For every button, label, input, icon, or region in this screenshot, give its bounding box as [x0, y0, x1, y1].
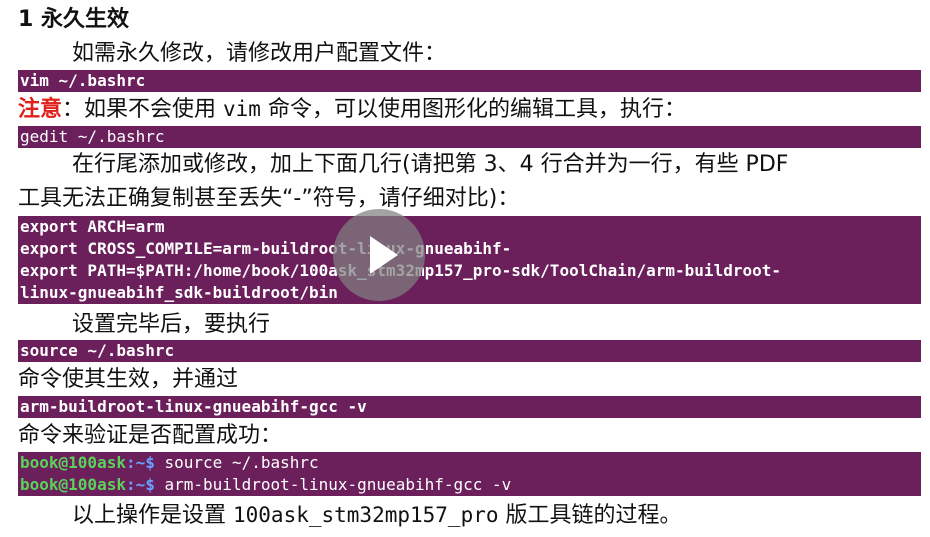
note-paragraph: 注意：如果不会使用 vim 命令，可以使用图形化的编辑工具，执行：	[18, 95, 686, 124]
terminal-block: book@100ask:~$ source ~/.bashrc book@100…	[18, 452, 921, 496]
terminal-line: book@100ask:~$ source ~/.bashrc	[20, 452, 921, 474]
terminal-command: arm-buildroot-linux-gnueabihf-gcc -v	[154, 475, 512, 494]
terminal-path: :~$	[125, 453, 155, 472]
terminal-prompt: book@100ask	[20, 453, 126, 472]
summary-text-a: 以上操作是设置	[72, 503, 233, 528]
paragraph-after-setup: 设置完毕后，要执行	[72, 312, 271, 337]
paragraph-add-lines-1: 在行尾添加或修改，加上下面几行(请把第 3、4 行合并为一行，有些 PDF	[72, 152, 789, 177]
summary-text-b: 版工具链的过程。	[498, 503, 682, 528]
code-line: export ARCH=arm	[20, 217, 165, 236]
paragraph-summary: 以上操作是设置 100ask_stm32mp157_pro 版工具链的过程。	[72, 501, 682, 530]
paragraph-verify: 命令来验证是否配置成功：	[18, 423, 283, 448]
code-line: vim ~/.bashrc	[20, 71, 146, 90]
note-text-b: 命令，可以使用图形化的编辑工具，执行：	[260, 97, 686, 122]
code-line: gedit ~/.bashrc	[20, 127, 165, 146]
paragraph-add-lines-2: 工具无法正确复制甚至丢失“-”符号，请仔细对比)：	[18, 186, 520, 211]
code-line: export CROSS_COMPILE=arm-buildroot-linux…	[20, 239, 512, 258]
section-heading: 1 永久生效	[18, 7, 129, 32]
note-text-a: ：如果不会使用	[62, 97, 224, 122]
terminal-prompt: book@100ask	[20, 475, 126, 494]
code-block-gedit: gedit ~/.bashrc	[18, 126, 921, 148]
code-block-exports: export ARCH=arm export CROSS_COMPILE=arm…	[18, 216, 921, 304]
terminal-line: book@100ask:~$ arm-buildroot-linux-gnuea…	[20, 474, 921, 496]
document-page: 1 永久生效 如需永久修改，请修改用户配置文件： vim ~/.bashrc 注…	[0, 0, 930, 537]
code-line: linux-gnueabihf_sdk-buildroot/bin	[20, 283, 338, 302]
code-block-source: source ~/.bashrc	[18, 340, 921, 362]
code-block-vim: vim ~/.bashrc	[18, 70, 921, 92]
code-line: source ~/.bashrc	[20, 341, 175, 360]
summary-text-mono: 100ask_stm32mp157_pro	[233, 503, 499, 527]
code-line: export PATH=$PATH:/home/book/100ask_stm3…	[20, 261, 781, 280]
note-label: 注意	[18, 97, 63, 122]
code-block-gcc: arm-buildroot-linux-gnueabihf-gcc -v	[18, 396, 921, 418]
paragraph-take-effect: 命令使其生效，并通过	[18, 367, 239, 392]
paragraph-config-file: 如需永久修改，请修改用户配置文件：	[72, 41, 447, 66]
terminal-command: source ~/.bashrc	[154, 453, 319, 472]
play-icon[interactable]	[333, 209, 425, 301]
code-line: arm-buildroot-linux-gnueabihf-gcc -v	[20, 397, 367, 416]
terminal-path: :~$	[125, 475, 155, 494]
note-text-vim: vim	[223, 97, 261, 121]
